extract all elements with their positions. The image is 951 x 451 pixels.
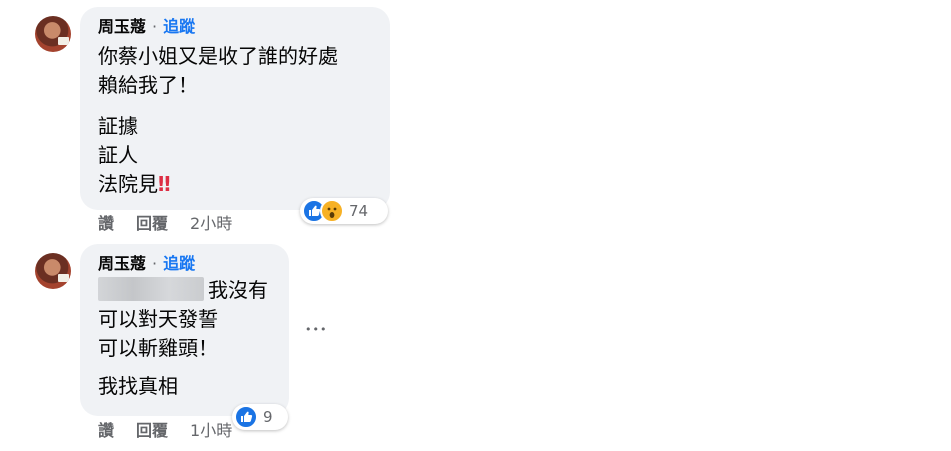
avatar[interactable]: [35, 16, 71, 52]
comment-bubble: 周玉蔻 · 追蹤 你蔡小姐又是收了誰的好處 賴給我了！ 証據 証人 法院見‼: [80, 7, 390, 210]
reaction-summary[interactable]: 9: [232, 404, 288, 430]
comment-text: 法院見: [98, 172, 158, 196]
separator-dot: ·: [152, 17, 158, 36]
comment-header: 周玉蔻 · 追蹤: [98, 253, 273, 275]
reply-button[interactable]: 回覆: [136, 421, 168, 440]
comment-text-line: 你蔡小姐又是收了誰的好處: [98, 44, 338, 68]
comment-text: 我沒有: [208, 278, 268, 302]
like-button[interactable]: 讚: [98, 421, 114, 440]
comment-text-line: 可以對天發誓: [98, 307, 218, 331]
comment-header: 周玉蔻 · 追蹤: [98, 16, 374, 38]
author-name[interactable]: 周玉蔻: [98, 254, 146, 273]
reaction-summary[interactable]: 74: [300, 198, 388, 224]
comment-text-line: 証據: [98, 114, 138, 138]
reply-button[interactable]: 回覆: [136, 214, 168, 233]
comment-text-line: 可以斬雞頭！: [98, 336, 218, 360]
reaction-count: 9: [263, 408, 273, 426]
comment-text-line: 我找真相: [98, 374, 178, 398]
author-name[interactable]: 周玉蔻: [98, 17, 146, 36]
timestamp[interactable]: 2小時: [190, 214, 232, 233]
comment-text-line: 賴給我了！: [98, 73, 198, 97]
follow-link[interactable]: 追蹤: [163, 254, 195, 273]
more-options-icon[interactable]: •••: [305, 320, 333, 340]
double-exclamation-emoji: ‼: [158, 172, 171, 196]
comment-text-line: 我沒有: [98, 276, 273, 305]
comment-bubble: 周玉蔻 · 追蹤 我沒有 可以對天發誓 可以斬雞頭！ 我找真相: [80, 244, 289, 416]
comment-actions: 讚 回覆 1小時: [98, 420, 232, 442]
timestamp[interactable]: 1小時: [190, 421, 232, 440]
like-icon: [234, 405, 258, 429]
follow-link[interactable]: 追蹤: [163, 17, 195, 36]
comment-text-line: 証人: [98, 143, 138, 167]
like-button[interactable]: 讚: [98, 214, 114, 233]
comment-actions: 讚 回覆 2小時: [98, 213, 232, 235]
avatar[interactable]: [35, 253, 71, 289]
comment-text-line: 法院見‼: [98, 170, 374, 199]
redacted-mention: [98, 277, 204, 301]
reaction-count: 74: [349, 202, 369, 220]
separator-dot: ·: [152, 254, 158, 273]
wow-icon: [320, 199, 344, 223]
